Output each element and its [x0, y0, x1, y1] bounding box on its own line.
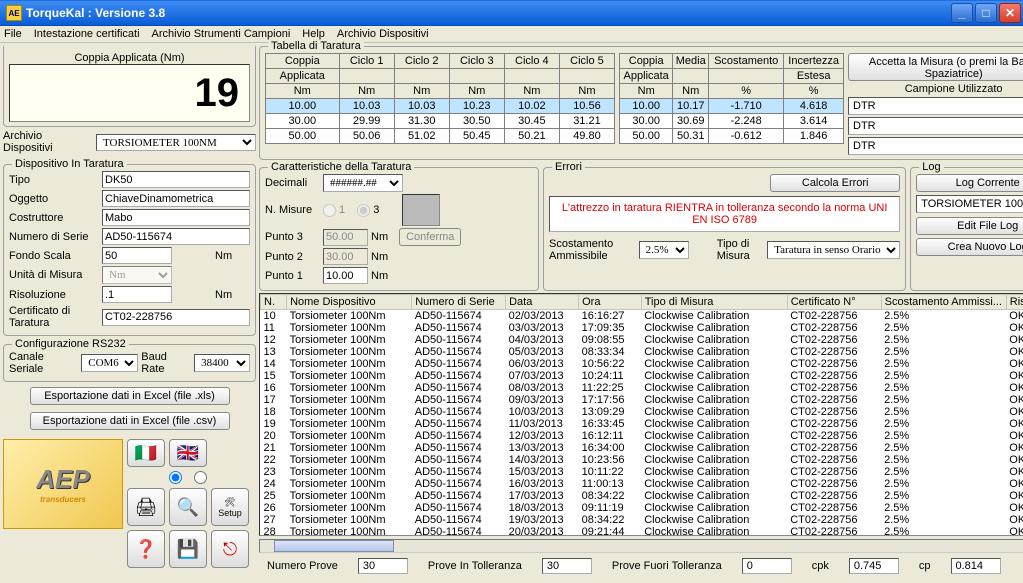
table-row[interactable]: 26Torsiometer 100NmAD50-11567418/03/2013…: [261, 502, 1023, 514]
errors-group: Errori Calcola Errori L'attrezzo in tara…: [543, 167, 906, 291]
results-table: CoppiaMediaScostamentoIncertezzaApplicat…: [619, 53, 844, 144]
log-group: Log Log Corrente TORSIOMETER 100NM Edit …: [910, 167, 1023, 291]
table-row[interactable]: 22Torsiometer 100NmAD50-11567414/03/2013…: [261, 454, 1023, 466]
rs232-group: Configurazione RS232 Canale Seriale COM6…: [3, 344, 256, 382]
table-row[interactable]: 10Torsiometer 100NmAD50-11567402/03/2013…: [261, 310, 1023, 323]
punto1-field[interactable]: [323, 267, 368, 284]
table-row[interactable]: 13Torsiometer 100NmAD50-11567405/03/2013…: [261, 346, 1023, 358]
scostamento-select[interactable]: 2.5%: [639, 241, 689, 259]
menu-archivio-dispositivi[interactable]: Archivio Dispositivi: [337, 28, 429, 40]
save-button[interactable]: 💾: [169, 530, 207, 568]
new-log-button[interactable]: Crea Nuovo Log: [916, 238, 1023, 256]
flag-uk-button[interactable]: 🇬🇧: [169, 439, 207, 467]
conferma-button: Conferma: [399, 228, 461, 246]
maximize-button[interactable]: □: [975, 3, 997, 23]
flag-it-button[interactable]: 🇮🇹: [127, 439, 165, 467]
serie-field[interactable]: [102, 228, 250, 245]
certificato-field[interactable]: [102, 309, 250, 326]
characteristics-group: Caratteristiche della Taratura Decimali#…: [259, 167, 539, 291]
device-in-calibration-group: Dispositivo In Taratura Tipo Oggetto Cos…: [3, 164, 256, 336]
lang-uk-radio[interactable]: [194, 471, 207, 484]
device-archive-select[interactable]: TORSIOMETER 100NM: [96, 134, 256, 151]
table-row[interactable]: 21Torsiometer 100NmAD50-11567413/03/2013…: [261, 442, 1023, 454]
risoluzione-field[interactable]: [102, 286, 172, 303]
exit-button[interactable]: ⎋: [211, 530, 249, 568]
applied-torque-group: Coppia Applicata (Nm) 19: [3, 46, 256, 127]
horizontal-scrollbar[interactable]: [259, 539, 1023, 553]
minimize-button[interactable]: _: [951, 3, 973, 23]
app-icon: AE: [6, 5, 22, 21]
baud-select[interactable]: 38400: [194, 354, 250, 372]
print-button[interactable]: 🖨: [127, 488, 165, 526]
oggetto-field[interactable]: [102, 190, 250, 207]
campione-1-select[interactable]: DTR: [848, 97, 1023, 115]
table-row[interactable]: 20Torsiometer 100NmAD50-11567412/03/2013…: [261, 430, 1023, 442]
calc-errors-button[interactable]: Calcola Errori: [770, 174, 900, 192]
log-corrente-button[interactable]: Log Corrente: [916, 174, 1023, 192]
edit-log-button[interactable]: Edit File Log: [916, 217, 1023, 235]
help-button[interactable]: ❓: [127, 530, 165, 568]
status-bar: Numero Prove30 Prove In Tolleranza30 Pro…: [259, 555, 1023, 577]
campione-3-select[interactable]: DTR: [848, 137, 1023, 155]
table-row[interactable]: 11Torsiometer 100NmAD50-11567403/03/2013…: [261, 322, 1023, 334]
cpk-value: 0.745: [849, 558, 899, 574]
cp-value: 0.814: [951, 558, 1001, 574]
export-xls-button[interactable]: Esportazione dati in Excel (file .xls): [30, 387, 230, 405]
punto2-field: [323, 248, 368, 265]
setup-button[interactable]: 🛠Setup: [211, 488, 249, 526]
numero-prove-value: 30: [358, 558, 408, 574]
com-select[interactable]: COM6: [81, 354, 138, 372]
title-bar: AE TorqueKal : Versione 3.8 _ □ ✕: [0, 0, 1023, 26]
close-button[interactable]: ✕: [999, 3, 1021, 23]
menu-intestazione[interactable]: Intestazione certificati: [34, 28, 140, 40]
table-row[interactable]: 16Torsiometer 100NmAD50-11567408/03/2013…: [261, 382, 1023, 394]
fuori-tolleranza-value: 0: [742, 558, 792, 574]
device-archive-label: Archivio Dispositivi: [3, 130, 93, 154]
table-row[interactable]: 25Torsiometer 100NmAD50-11567417/03/2013…: [261, 490, 1023, 502]
table-row[interactable]: 12Torsiometer 100NmAD50-11567404/03/2013…: [261, 334, 1023, 346]
table-row[interactable]: 17Torsiometer 100NmAD50-11567409/03/2013…: [261, 394, 1023, 406]
table-row[interactable]: 27Torsiometer 100NmAD50-11567419/03/2013…: [261, 514, 1023, 526]
tipomisura-select[interactable]: Taratura in senso Orario: [767, 241, 900, 259]
table-row[interactable]: 24Torsiometer 100NmAD50-11567416/03/2013…: [261, 478, 1023, 490]
accept-measure-button[interactable]: Accetta la Misura (o premi la Barra Spaz…: [848, 53, 1023, 81]
decimali-select[interactable]: ######.##: [323, 174, 403, 192]
costruttore-field[interactable]: [102, 209, 250, 226]
menu-bar: File Intestazione certificati Archivio S…: [0, 26, 1023, 43]
table-row[interactable]: 14Torsiometer 100NmAD50-11567406/03/2013…: [261, 358, 1023, 370]
table-row[interactable]: 15Torsiometer 100NmAD50-11567407/03/2013…: [261, 370, 1023, 382]
table-row[interactable]: 23Torsiometer 100NmAD50-11567415/03/2013…: [261, 466, 1023, 478]
menu-file[interactable]: File: [4, 28, 22, 40]
calibration-table-group: Tabella di Taratura CoppiaCiclo 1Ciclo 2…: [259, 46, 1023, 160]
table-row[interactable]: 19Torsiometer 100NmAD50-11567411/03/2013…: [261, 418, 1023, 430]
campione-label: Campione Utilizzato: [848, 83, 1023, 95]
window-title: TorqueKal : Versione 3.8: [26, 6, 949, 20]
applied-torque-label: Coppia Applicata (Nm): [9, 52, 250, 64]
preview-button[interactable]: 🔍: [169, 488, 207, 526]
export-csv-button[interactable]: Esportazione dati in Excel (file .csv): [30, 412, 230, 430]
table-row[interactable]: 28Torsiometer 100NmAD50-11567420/03/2013…: [261, 526, 1023, 536]
lang-it-radio[interactable]: [169, 471, 182, 484]
table-row[interactable]: 18Torsiometer 100NmAD50-11567410/03/2013…: [261, 406, 1023, 418]
in-tolleranza-value: 30: [542, 558, 592, 574]
error-message: L'attrezzo in taratura RIENTRA in toller…: [549, 196, 900, 232]
torque-readout: 19: [9, 64, 250, 122]
log-table[interactable]: N.Nome DispositivoNumero di SerieDataOra…: [259, 293, 1023, 536]
unita-select: Nm: [102, 266, 172, 284]
campione-2-select[interactable]: DTR: [848, 117, 1023, 135]
menu-help[interactable]: Help: [302, 28, 325, 40]
fondoscala-field[interactable]: [102, 247, 172, 264]
log-device-select[interactable]: TORSIOMETER 100NM: [916, 195, 1023, 213]
menu-archivio-strumenti[interactable]: Archivio Strumenti Campioni: [152, 28, 291, 40]
calibration-table: CoppiaCiclo 1Ciclo 2Ciclo 3Ciclo 4Ciclo …: [265, 53, 615, 144]
direction-icon: [402, 194, 440, 226]
aep-logo: AEP transducers: [3, 439, 123, 529]
tipo-field[interactable]: [102, 171, 250, 188]
punto3-field: [323, 229, 368, 246]
